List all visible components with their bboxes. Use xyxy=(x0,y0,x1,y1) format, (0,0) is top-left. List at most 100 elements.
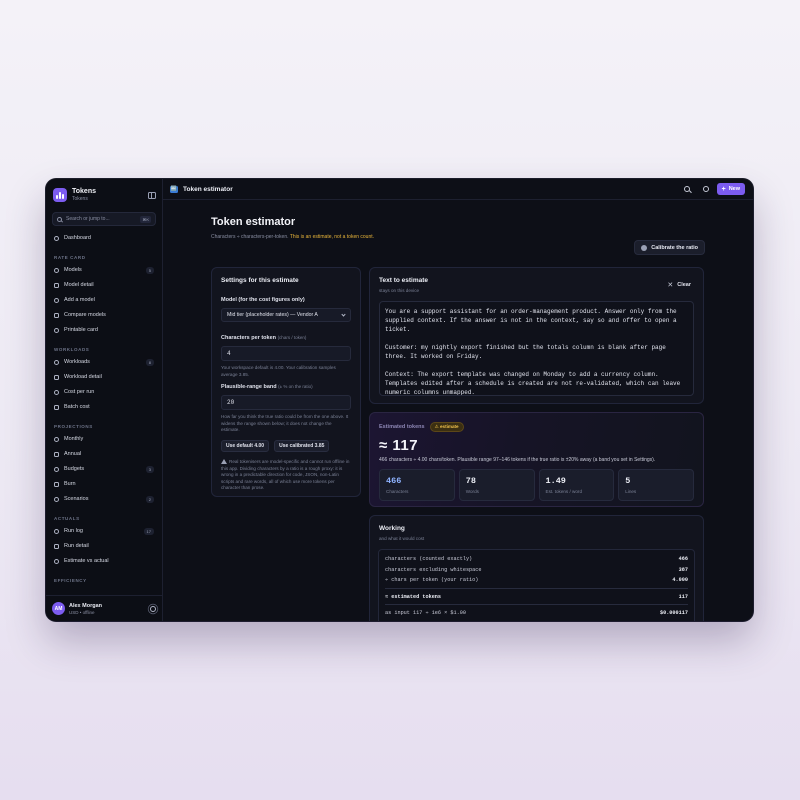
trend-icon xyxy=(54,451,59,457)
sidebar-item-workload-detail[interactable]: Workload detail xyxy=(50,371,158,383)
estimate-badge: ⚠ estimate xyxy=(429,422,464,432)
band-label: Plausible-range band (± % on the ratio) xyxy=(221,384,313,391)
working-card: Working and what it would cost character… xyxy=(369,515,704,621)
collapse-sidebar-icon[interactable] xyxy=(148,191,156,199)
model-select[interactable]: Mid tier (placeholder rates) — Vendor A xyxy=(221,308,351,322)
new-button[interactable]: + New xyxy=(716,183,745,195)
brand: Tokens Tokens xyxy=(46,179,162,209)
text-input[interactable]: You are a support assistant for an order… xyxy=(379,301,694,396)
cpt-help: Your workspace default is 4.00. Your cal… xyxy=(221,365,336,377)
calibrate-button[interactable]: Calibrate the ratio xyxy=(634,240,705,255)
use-calibrated-button[interactable]: Use calibrated 3.85 xyxy=(274,439,330,452)
sidebar-item-label: Run log xyxy=(64,528,83,534)
sidebar-item-batch-cost[interactable]: Batch cost xyxy=(50,401,158,413)
search-button[interactable] xyxy=(682,184,692,194)
estimate-label: Estimated tokens xyxy=(379,424,425,430)
working-title: Working xyxy=(379,525,405,532)
nav-section-title: ACTUALS xyxy=(54,516,80,521)
sidebar-item-printable-card[interactable]: Printable card xyxy=(50,324,158,336)
nav-section-title: EFFICIENCY xyxy=(54,578,87,583)
content: Token estimator Characters ÷ characters-… xyxy=(163,200,753,621)
text-paragraph: Customer: my nightly export finished but… xyxy=(385,344,670,360)
sidebar-item-label: Run detail xyxy=(64,543,89,549)
working-row: characters excluding whitespace 387 xyxy=(385,565,688,576)
sidebar-item-label: Models xyxy=(64,267,82,273)
sidebar-item-add-a-model[interactable]: Add a model xyxy=(50,294,158,306)
tokeniser-note: Real tokenisers are model-specific and c… xyxy=(221,458,350,491)
sidebar-item-estimate-vs-actual[interactable]: Estimate vs actual xyxy=(50,555,158,567)
bar-chart-logo-icon xyxy=(53,188,67,202)
sidebar-item-models[interactable]: Models 5 xyxy=(50,264,158,276)
sidebar-item-label: Burn xyxy=(64,481,76,487)
plus-icon xyxy=(54,297,59,303)
chevron-down-icon xyxy=(341,311,346,317)
avatar: AM xyxy=(52,602,65,615)
working-row-value: 387 xyxy=(678,566,688,573)
working-sub: and what it would cost xyxy=(379,536,425,541)
count-badge: 17 xyxy=(143,527,154,535)
theme-toggle-button[interactable] xyxy=(701,184,711,194)
close-icon: ✕ xyxy=(667,282,674,289)
search-icon xyxy=(54,543,59,549)
warning-icon xyxy=(221,458,227,464)
calendar-icon xyxy=(54,436,59,442)
wallet-icon xyxy=(54,466,59,472)
sidebar-item-compare-models[interactable]: Compare models xyxy=(50,309,158,321)
sidebar-item-run-detail[interactable]: Run detail xyxy=(50,540,158,552)
activity-icon xyxy=(54,558,59,564)
working-row-label: characters (counted exactly) xyxy=(385,556,473,563)
sidebar-item-scenarios[interactable]: Scenarios 2 xyxy=(50,493,158,505)
sidebar-item-monthly[interactable]: Monthly xyxy=(50,433,158,445)
clear-button[interactable]: ✕ Clear xyxy=(667,281,691,289)
nav-section-title: RATE CARD xyxy=(54,255,86,260)
sidebar-item-budgets[interactable]: Budgets 3 xyxy=(50,463,158,475)
count-badge: 3 xyxy=(145,465,154,473)
estimate-card: Estimated tokens ⚠ estimate ≈ 117 466 ch… xyxy=(369,412,704,507)
main: 🔤 Token estimator + New Token estimator C… xyxy=(163,179,753,621)
nav-section-title: WORKLOADS xyxy=(54,347,90,352)
divider xyxy=(385,587,688,589)
sidebar-item-workloads[interactable]: Workloads 8 xyxy=(50,356,158,368)
scenario-icon xyxy=(54,496,59,502)
sun-icon[interactable] xyxy=(150,605,156,612)
use-default-button[interactable]: Use default 4.00 xyxy=(221,439,270,452)
working-row: ≈ estimated tokens 117 xyxy=(385,592,688,603)
working-row-label: ≈ estimated tokens xyxy=(385,593,442,600)
sidebar-item-dashboard[interactable]: Dashboard xyxy=(50,232,158,244)
theme-icon xyxy=(702,186,709,192)
eye-icon xyxy=(54,374,59,380)
user-status: USD • offline xyxy=(69,609,95,615)
page-title: Token estimator xyxy=(211,216,296,228)
gauge-icon xyxy=(54,235,59,241)
sidebar-item-label: Scenarios xyxy=(64,496,89,502)
app-window: Tokens Tokens Search or jump to... ⌘K Da… xyxy=(46,179,753,621)
band-input[interactable]: 20 xyxy=(221,395,351,411)
sidebar-item-cost-per-run[interactable]: Cost per run xyxy=(50,386,158,398)
plus-icon: + xyxy=(721,185,726,193)
chars-per-token-input[interactable]: 4 xyxy=(221,346,351,361)
list-icon xyxy=(54,359,59,365)
sidebar-item-annual[interactable]: Annual xyxy=(50,448,158,460)
stat-tokens-per-word: 1.49 Est. tokens / word xyxy=(538,469,615,501)
working-row: ÷ chars per token (your ratio) 4.000 xyxy=(385,575,688,586)
sidebar-item-model-detail[interactable]: Model detail xyxy=(50,279,158,291)
estimate-description: 466 characters ÷ 4.00 chars/token. Plaus… xyxy=(379,457,656,463)
sidebar-item-run-log[interactable]: Run log 17 xyxy=(50,525,158,537)
search-placeholder: Search or jump to... xyxy=(66,216,110,222)
sidebar-item-burn[interactable]: Burn xyxy=(50,478,158,490)
token-tool-icon: 🔤 xyxy=(170,185,178,193)
app-name: Tokens xyxy=(72,187,96,195)
working-row: as input 117 ÷ 1e6 × $1.00 $0.000117 xyxy=(385,608,688,619)
sidebar-item-label: Dashboard xyxy=(64,235,91,241)
sidebar-item-label: Batch cost xyxy=(64,404,90,410)
stat-lines: 5 Lines xyxy=(618,469,694,501)
user-panel[interactable]: AM Alex Morgan USD • offline xyxy=(46,595,162,621)
sidebar-item-label: Add a model xyxy=(64,297,95,303)
circle-dollar-icon xyxy=(54,267,59,273)
app-subtitle: Tokens xyxy=(72,195,88,202)
receipt-icon xyxy=(54,389,59,395)
working-row-label: characters excluding whitespace xyxy=(385,566,482,573)
estimate-warning: This is an estimate, not a token count. xyxy=(289,234,375,240)
search-input[interactable]: Search or jump to... ⌘K xyxy=(52,212,156,226)
sidebar-item-label: Monthly xyxy=(64,436,84,442)
